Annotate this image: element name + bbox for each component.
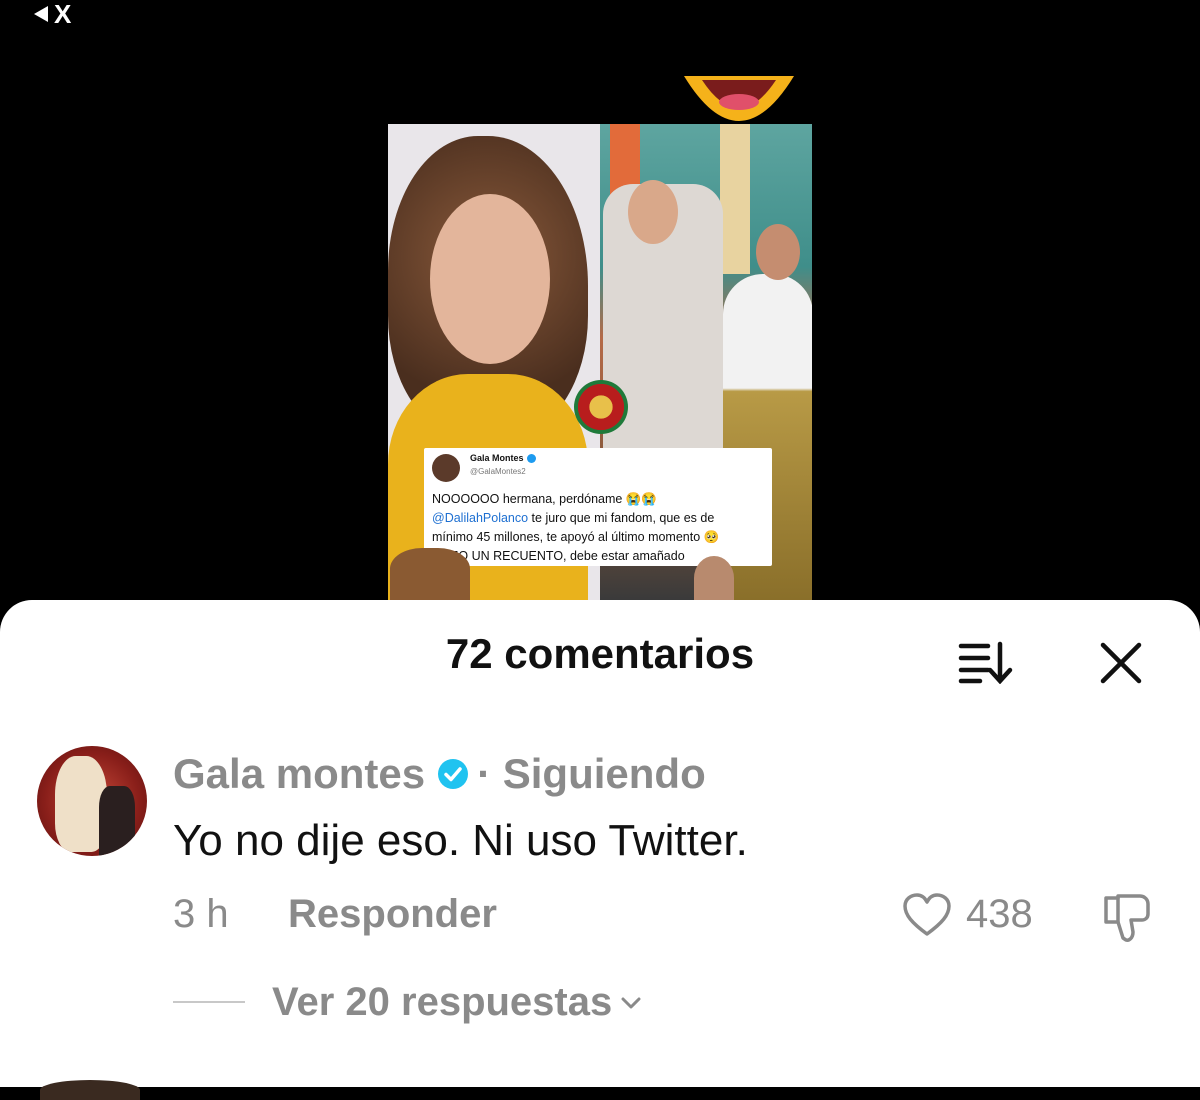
tweet-line: @DalilahPolanco te juro que mi fandom, q… [432, 511, 715, 525]
tweet-card: Gala Montes @GalaMontes2 NOOOOOO hermana… [424, 448, 772, 566]
tweet-avatar [432, 454, 460, 482]
comment-header: Gala montes · Siguiendo [173, 750, 706, 798]
verified-icon [438, 759, 469, 789]
next-comment-avatar[interactable] [40, 1080, 140, 1100]
eagle-badge-icon [574, 380, 628, 434]
view-replies-button[interactable]: Ver 20 respuestas [272, 980, 642, 1025]
tweet-verified-icon [526, 454, 536, 464]
laughing-emoji-sticker [682, 76, 796, 128]
comments-title: 72 comentarios [445, 630, 755, 677]
tweet-text: NOOOOOO hermana, perdóname 😭😭 @DalilahPo… [432, 490, 766, 566]
following-label: · Siguiendo [477, 750, 706, 797]
tweet-line: mínimo 45 millones, te apoyó al último m… [432, 530, 720, 544]
man-sticker [694, 556, 734, 600]
back-app-label: X [54, 0, 72, 29]
back-arrow-icon [34, 6, 48, 22]
comment-time: 3 h [173, 892, 229, 936]
view-replies-label: Ver 20 respuestas [272, 980, 613, 1024]
close-icon[interactable] [1098, 640, 1144, 686]
woman-face [430, 194, 550, 364]
woman-head [756, 224, 800, 280]
man-head [628, 180, 678, 244]
tweet-line: NOOOOOO hermana, perdóname 😭😭 [432, 492, 657, 506]
chevron-down-icon [621, 997, 641, 1008]
heart-icon[interactable] [902, 892, 952, 938]
dog-sticker [390, 548, 470, 600]
like-count: 438 [966, 892, 1033, 936]
reply-button[interactable]: Responder [288, 892, 497, 937]
tweet-handle: @GalaMontes2 [470, 467, 526, 476]
avatar[interactable] [37, 746, 147, 856]
replies-divider [173, 1001, 245, 1003]
tweet-author: Gala Montes [470, 453, 536, 464]
comments-sheet: 72 comentarios Gala montes · Siguiendo Y… [0, 600, 1200, 1100]
sort-icon[interactable] [958, 640, 1014, 684]
back-to-app[interactable]: X [34, 0, 72, 29]
tweet-mention: @DalilahPolanco [432, 511, 529, 525]
dislike-icon[interactable] [1100, 892, 1152, 944]
comment-author[interactable]: Gala montes [173, 750, 425, 798]
comment-text: Yo no dije eso. Ni uso Twitter. [173, 816, 748, 865]
